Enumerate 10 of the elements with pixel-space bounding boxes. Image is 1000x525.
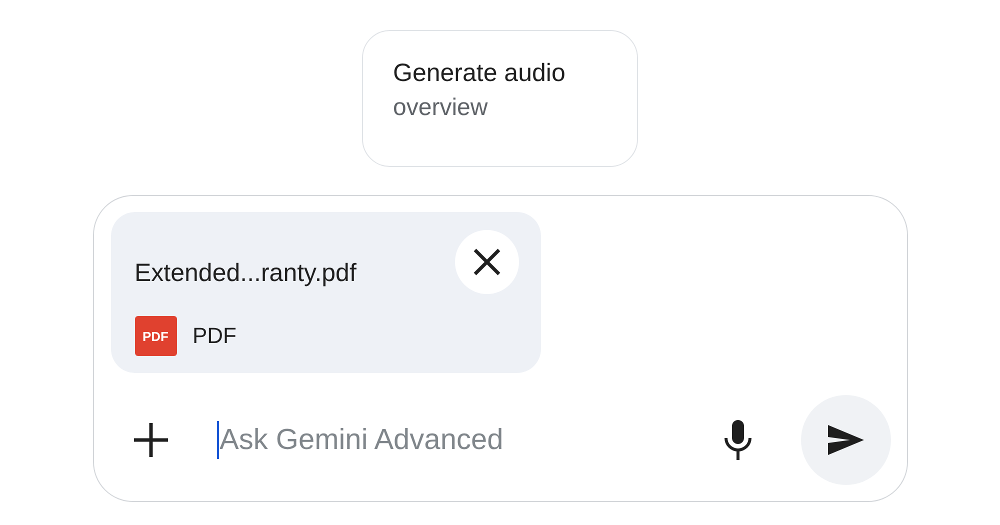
suggestion-chip[interactable]: Generate audio overview [362, 30, 638, 167]
microphone-icon[interactable] [722, 419, 752, 461]
file-name: Extended...ranty.pdf [134, 258, 356, 288]
close-icon [472, 247, 502, 277]
suggestion-title: Generate audio [393, 59, 566, 88]
pdf-icon: PDF [134, 316, 176, 356]
prompt-input[interactable]: Ask Gemini Advanced [216, 424, 680, 456]
send-icon [828, 425, 864, 455]
suggestion-subtitle: overview [393, 94, 489, 122]
file-type: PDF [192, 323, 236, 349]
